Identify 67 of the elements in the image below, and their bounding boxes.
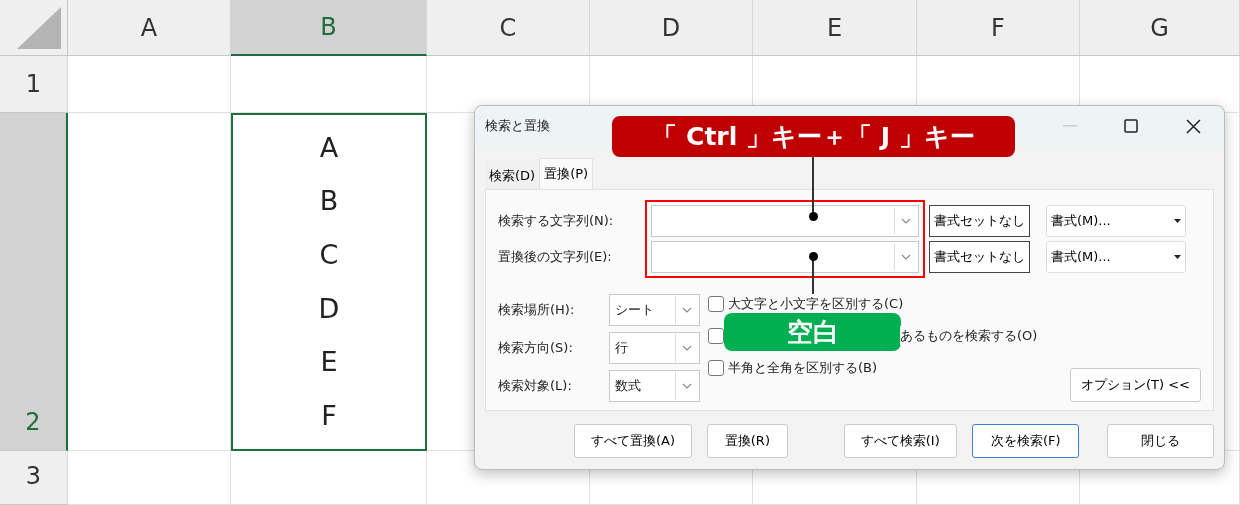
window-title: 検索と置換 <box>485 117 550 136</box>
dialog-button[interactable]: すべて置換(A) <box>574 424 693 458</box>
tab[interactable]: 置換(P) <box>539 158 594 189</box>
option-label: 検索対象(L): <box>498 377 572 396</box>
chevron-icon <box>681 345 692 351</box>
callout-label: 「 Ctrl 」キー＋「 J 」キー <box>612 116 1015 157</box>
cell[interactable] <box>231 451 427 505</box>
dialog-button[interactable]: 置換(R) <box>707 424 788 458</box>
cell[interactable]: A B C D E F <box>231 113 427 451</box>
dialog-button[interactable]: すべて検索(I) <box>843 424 957 458</box>
dot-marker <box>809 252 818 261</box>
chevron-icon <box>900 218 911 224</box>
cell-text: B <box>319 184 339 219</box>
cell-text: E <box>320 345 338 380</box>
column-header[interactable]: A <box>68 0 231 56</box>
close-icon[interactable] <box>1185 118 1201 134</box>
dialog-button[interactable]: 閉じる <box>1107 424 1214 458</box>
cell-text: C <box>319 237 339 272</box>
minimize-icon[interactable] <box>1063 125 1077 127</box>
checkbox-label: あるものを検索する(O) <box>900 325 1038 346</box>
select-value: 数式 <box>615 377 641 396</box>
cell-text: A <box>319 130 339 165</box>
select-field[interactable]: シート <box>609 294 700 326</box>
dialog-button[interactable]: 次を検索(F) <box>971 424 1080 458</box>
combo-field[interactable] <box>651 205 919 237</box>
chevron-icon <box>681 383 692 389</box>
column-header[interactable]: B <box>231 0 427 56</box>
field-label: 置換後の文字列(E): <box>498 248 612 267</box>
row-header[interactable]: 3 <box>0 451 68 505</box>
column-header[interactable]: D <box>590 0 753 56</box>
select-value: 行 <box>615 339 628 358</box>
select-field[interactable]: 数式 <box>609 370 700 402</box>
column-header[interactable]: E <box>753 0 917 56</box>
option-label: 検索場所(H): <box>498 301 575 320</box>
combo-field[interactable] <box>651 241 919 273</box>
cell[interactable] <box>68 113 231 451</box>
cell[interactable] <box>68 451 231 505</box>
format-status-button[interactable]: 書式セットなし <box>929 241 1030 273</box>
chevron-icon <box>681 307 692 313</box>
row-header[interactable]: 2 <box>0 113 68 451</box>
caret-icon <box>1174 219 1181 223</box>
column-header[interactable]: G <box>1080 0 1240 56</box>
callout-label: 空白 <box>724 313 901 351</box>
caret-icon <box>1174 255 1181 259</box>
format-button[interactable]: 書式(M)... <box>1046 241 1186 273</box>
chevron-icon <box>900 254 911 260</box>
select-value: シート <box>615 301 654 320</box>
cell-text: F <box>321 398 337 433</box>
column-header[interactable]: C <box>427 0 590 56</box>
options-button[interactable]: オプション(T) << <box>1070 368 1201 402</box>
checkbox[interactable] <box>708 295 724 312</box>
dot-marker <box>809 212 818 221</box>
cell[interactable] <box>231 56 427 113</box>
row-header[interactable]: 1 <box>0 56 68 113</box>
select-all-button[interactable] <box>0 0 68 56</box>
checkbox[interactable] <box>708 327 724 344</box>
field-label: 検索する文字列(N): <box>498 212 614 231</box>
format-status-button[interactable]: 書式セットなし <box>929 205 1030 237</box>
checkbox[interactable] <box>708 359 724 376</box>
format-button[interactable]: 書式(M)... <box>1046 205 1186 237</box>
maximize-icon[interactable] <box>1124 119 1138 133</box>
select-field[interactable]: 行 <box>609 332 700 364</box>
column-header[interactable]: F <box>917 0 1080 56</box>
option-label: 検索方向(S): <box>498 339 573 358</box>
cell[interactable] <box>68 56 231 113</box>
cell-text: D <box>318 291 340 326</box>
checkbox-label: 大文字と小文字を区別する(C) <box>728 293 904 314</box>
